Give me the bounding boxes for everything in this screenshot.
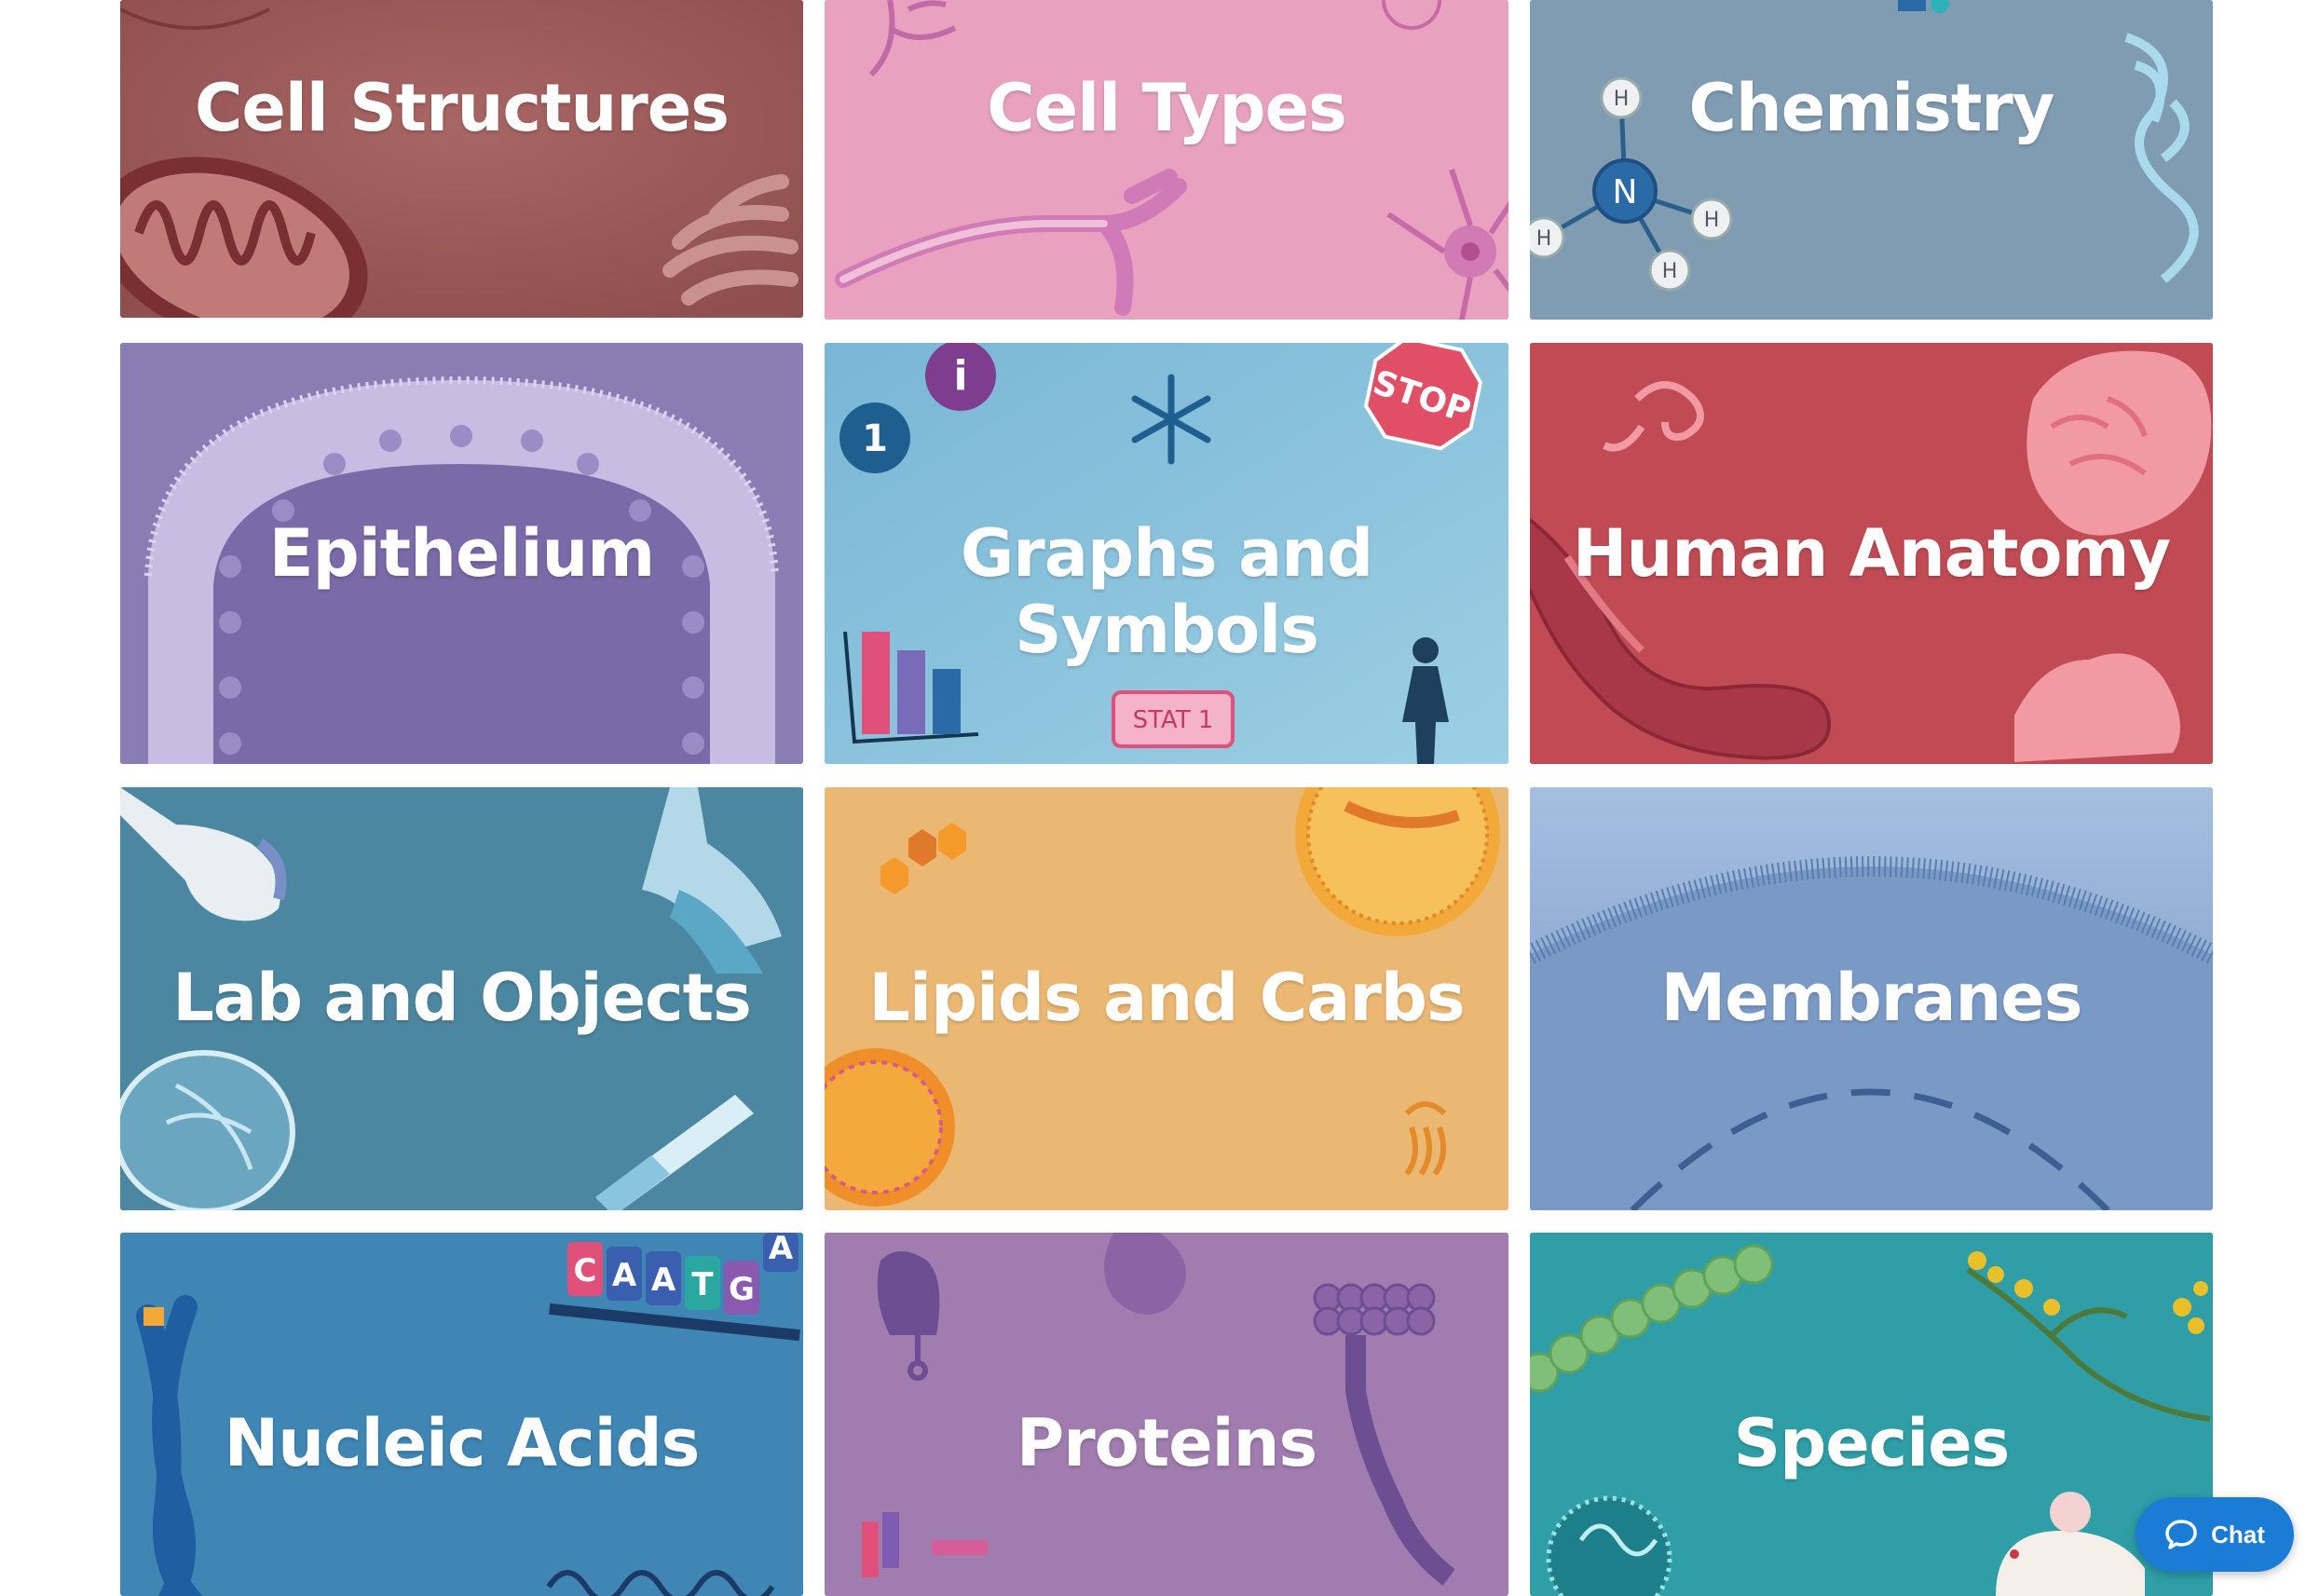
- category-title: Lab and Objects: [172, 960, 752, 1036]
- svg-text:A: A: [769, 1233, 794, 1267]
- category-card-cell-types[interactable]: Cell Types: [825, 0, 1508, 320]
- category-card-human-anatomy[interactable]: Human Anatomy: [1530, 343, 2213, 764]
- svg-text:H: H: [1662, 260, 1678, 283]
- category-title: Lipids and Carbs: [868, 960, 1465, 1036]
- chat-bubble-icon: [2165, 1520, 2197, 1549]
- cell-types-illustration: [825, 0, 1508, 320]
- category-card-cell-structures[interactable]: Cell Structures: [120, 0, 803, 318]
- category-title: Nucleic Acids: [224, 1405, 701, 1481]
- info-symbol: i: [953, 352, 967, 400]
- cell-structures-illustration: [120, 0, 803, 318]
- svg-text:C: C: [574, 1252, 597, 1289]
- category-title: Epithelium: [268, 515, 655, 592]
- category-title: Proteins: [1016, 1405, 1317, 1481]
- category-card-epithelium[interactable]: Epithelium: [120, 343, 803, 764]
- chemistry-illustration: N H H H H: [1530, 0, 2213, 320]
- category-card-species[interactable]: Species: [1530, 1233, 2213, 1596]
- category-title: Membranes: [1660, 960, 2083, 1036]
- category-card-chemistry[interactable]: N H H H H Chemistry: [1530, 0, 2213, 320]
- svg-text:G: G: [729, 1271, 755, 1308]
- number-badge: 1: [862, 417, 888, 460]
- svg-text:T: T: [691, 1266, 714, 1303]
- category-title: Cell Structures: [195, 70, 730, 146]
- category-title: Species: [1733, 1405, 2011, 1481]
- stat-label: STAT 1: [1133, 706, 1214, 734]
- category-card-lipids-and-carbs[interactable]: Lipids and Carbs: [825, 787, 1508, 1210]
- category-card-proteins[interactable]: Proteins: [825, 1233, 1508, 1596]
- category-card-lab-and-objects[interactable]: Lab and Objects: [120, 787, 803, 1210]
- svg-text:H: H: [1536, 227, 1552, 251]
- category-card-nucleic-acids[interactable]: C A A T G A Nucleic Acids: [120, 1233, 803, 1596]
- category-title: Chemistry: [1688, 70, 2055, 146]
- category-title: Cell Types: [987, 70, 1347, 146]
- category-title: Graphs and Symbols: [960, 515, 1373, 668]
- category-card-graphs-and-symbols[interactable]: 1 i STOP STAT 1 Graphs and Symbols: [825, 343, 1508, 764]
- svg-text:H: H: [1704, 209, 1720, 232]
- chat-label: Chat: [2211, 1520, 2265, 1548]
- nitrogen-atom: N: [1613, 173, 1638, 211]
- category-title: Human Anatomy: [1572, 515, 2171, 592]
- svg-text:A: A: [651, 1262, 676, 1299]
- category-grid: Cell Structures Cell Types N H H H H Che…: [0, 0, 2320, 1596]
- chat-button[interactable]: Chat: [2136, 1497, 2294, 1572]
- svg-text:A: A: [612, 1257, 637, 1294]
- category-card-membranes[interactable]: Membranes: [1530, 787, 2213, 1210]
